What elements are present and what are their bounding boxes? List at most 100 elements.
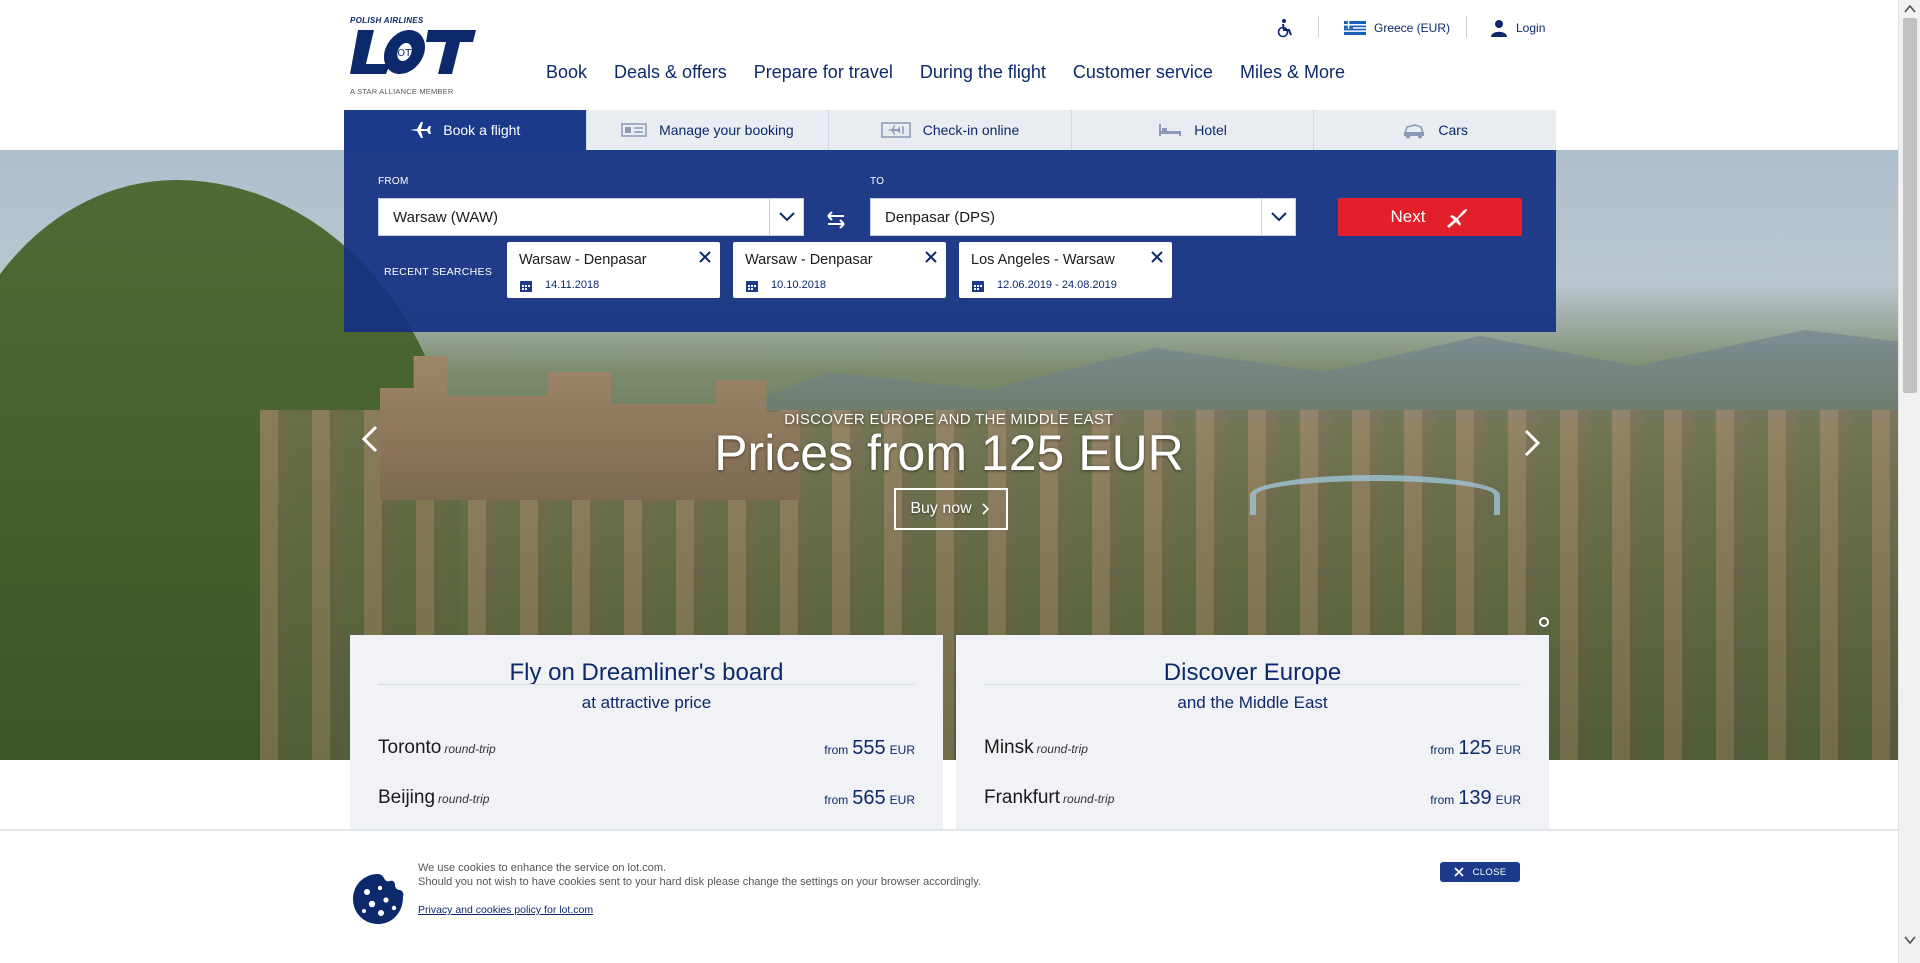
utility-divider [1318,16,1319,38]
country-selector[interactable]: Greece (EUR) [1344,16,1450,40]
price-currency: EUR [1495,743,1521,757]
boarding-pass-icon [880,122,911,138]
recent-route: Warsaw - Denpasar [745,252,873,268]
cookie-line-2: Should you not wish to have cookies sent… [418,876,981,888]
trip-type: round-trip [1036,742,1088,756]
utility-divider [1466,16,1467,38]
nav-deals-offers[interactable]: Deals & offers [614,62,727,83]
close-icon[interactable] [1151,251,1163,263]
to-value: Denpasar (DPS) [885,208,996,226]
to-dropdown[interactable] [1261,199,1295,235]
tab-label: Hotel [1194,122,1227,138]
cookie-close-button[interactable]: CLOSE [1440,862,1520,882]
price-value: 125 [1458,737,1492,759]
plane-icon [1447,209,1468,228]
price-from: from [824,743,849,757]
buy-now-button[interactable]: Buy now [894,488,1008,530]
booking-tabs: Book a flight Manage your booking Check-… [344,110,1556,150]
close-icon[interactable] [699,251,711,263]
price-from: from [824,793,849,807]
price-value: 565 [852,787,886,809]
tab-book-a-flight[interactable]: Book a flight [344,110,587,150]
recent-date: 12.06.2019 - 24.08.2019 [997,279,1117,291]
plane-icon [410,122,432,138]
cookie-icon [353,874,404,924]
price-from: from [1430,743,1455,757]
next-label: Next [1390,207,1426,226]
main-nav: Book Deals & offers Prepare for travel D… [546,62,1372,83]
chevron-down-icon [1270,212,1287,222]
user-icon [1491,20,1507,37]
tab-hotel[interactable]: Hotel [1072,110,1315,150]
carousel-prev-arrow[interactable] [356,424,386,454]
trip-type: round-trip [444,742,496,756]
tab-check-in-online[interactable]: Check-in online [829,110,1072,150]
to-field[interactable]: Denpasar (DPS) [870,198,1296,236]
price-currency: EUR [889,743,915,757]
scroll-up-arrow-icon[interactable] [1904,3,1916,15]
site-header: POLISH AIRLINES LOT A STAR ALLIANCE MEMB… [0,0,1898,110]
tab-manage-booking[interactable]: Manage your booking [587,110,830,150]
nav-prepare-for-travel[interactable]: Prepare for travel [754,62,893,83]
logo-tagline: POLISH AIRLINES [350,16,424,25]
trip-type: round-trip [1063,792,1115,806]
wheelchair-icon [1277,19,1292,38]
ticket-icon [621,123,647,137]
country-label: Greece (EUR) [1374,21,1451,35]
booking-panel: FROM Warsaw (WAW) TO Denpasar (DPS) Next… [344,150,1556,332]
recent-search-card[interactable]: Warsaw - Denpasar 10.10.2018 [733,242,946,298]
to-label: TO [870,176,885,187]
tab-label: Check-in online [922,122,1020,138]
price-value: 555 [852,737,886,759]
price-value: 139 [1458,787,1492,809]
promo-city: Beijing [378,787,436,808]
chevron-right-icon [982,503,989,515]
buy-now-label: Buy now [910,500,972,517]
tab-label: Book a flight [443,122,521,138]
page: POLISH AIRLINES LOT A STAR ALLIANCE MEMB… [0,0,1898,963]
recent-search-card[interactable]: Warsaw - Denpasar 14.11.2018 [507,242,720,298]
privacy-policy-link[interactable]: Privacy and cookies policy for lot.com [418,904,593,916]
trip-type: round-trip [438,792,490,806]
price-from: from [1430,793,1455,807]
accessibility-link[interactable] [1276,16,1302,40]
promo-city: Frankfurt [984,787,1061,808]
recent-searches-label: RECENT SEARCHES [384,266,493,278]
promo-row[interactable]: Frankfurt round-trip from 139 EUR [984,685,1521,809]
promo-city: Toronto [378,737,442,758]
lot-logo[interactable]: POLISH AIRLINES LOT A STAR ALLIANCE MEMB… [348,14,478,100]
carousel-next-arrow[interactable] [1516,428,1546,458]
tab-cars[interactable]: Cars [1314,110,1556,150]
from-dropdown[interactable] [769,199,803,235]
from-field[interactable]: Warsaw (WAW) [378,198,804,236]
chevron-down-icon [778,212,795,222]
recent-route: Warsaw - Denpasar [519,252,647,268]
scrollbar-thumb[interactable] [1903,18,1917,393]
close-icon[interactable] [925,251,937,263]
calendar-icon [520,281,532,292]
swap-airports-icon[interactable] [822,206,850,234]
nav-miles-more[interactable]: Miles & More [1240,62,1345,83]
login-link[interactable]: Login [1490,16,1545,40]
nav-during-the-flight[interactable]: During the flight [920,62,1046,83]
promo-row[interactable]: Beijing round-trip from 565 EUR [378,685,915,809]
promo-row[interactable]: Minsk round-trip from 125 EUR [984,635,1521,759]
recent-route: Los Angeles - Warsaw [971,252,1115,268]
promo-row[interactable]: Toronto round-trip from 555 EUR [378,635,915,759]
close-label: CLOSE [1472,866,1507,878]
car-icon [1404,124,1425,139]
bed-icon [1159,124,1182,136]
nav-customer-service[interactable]: Customer service [1073,62,1213,83]
greece-flag-icon [1344,21,1366,35]
cookie-banner: We use cookies to enhance the service on… [0,829,1898,963]
cookie-message: We use cookies to enhance the service on… [418,861,981,889]
nav-book[interactable]: Book [546,62,587,83]
page-scrollbar[interactable] [1898,0,1920,963]
recent-search-card[interactable]: Los Angeles - Warsaw 12.06.2019 - 24.08.… [959,242,1172,298]
price-currency: EUR [1495,793,1521,807]
next-button[interactable]: Next [1338,198,1522,236]
scroll-down-arrow-icon[interactable] [1904,934,1916,946]
promo-city: Minsk [984,737,1034,758]
hero-title: Prices from 125 EUR [714,425,1184,481]
carousel-dot[interactable] [1539,617,1549,627]
